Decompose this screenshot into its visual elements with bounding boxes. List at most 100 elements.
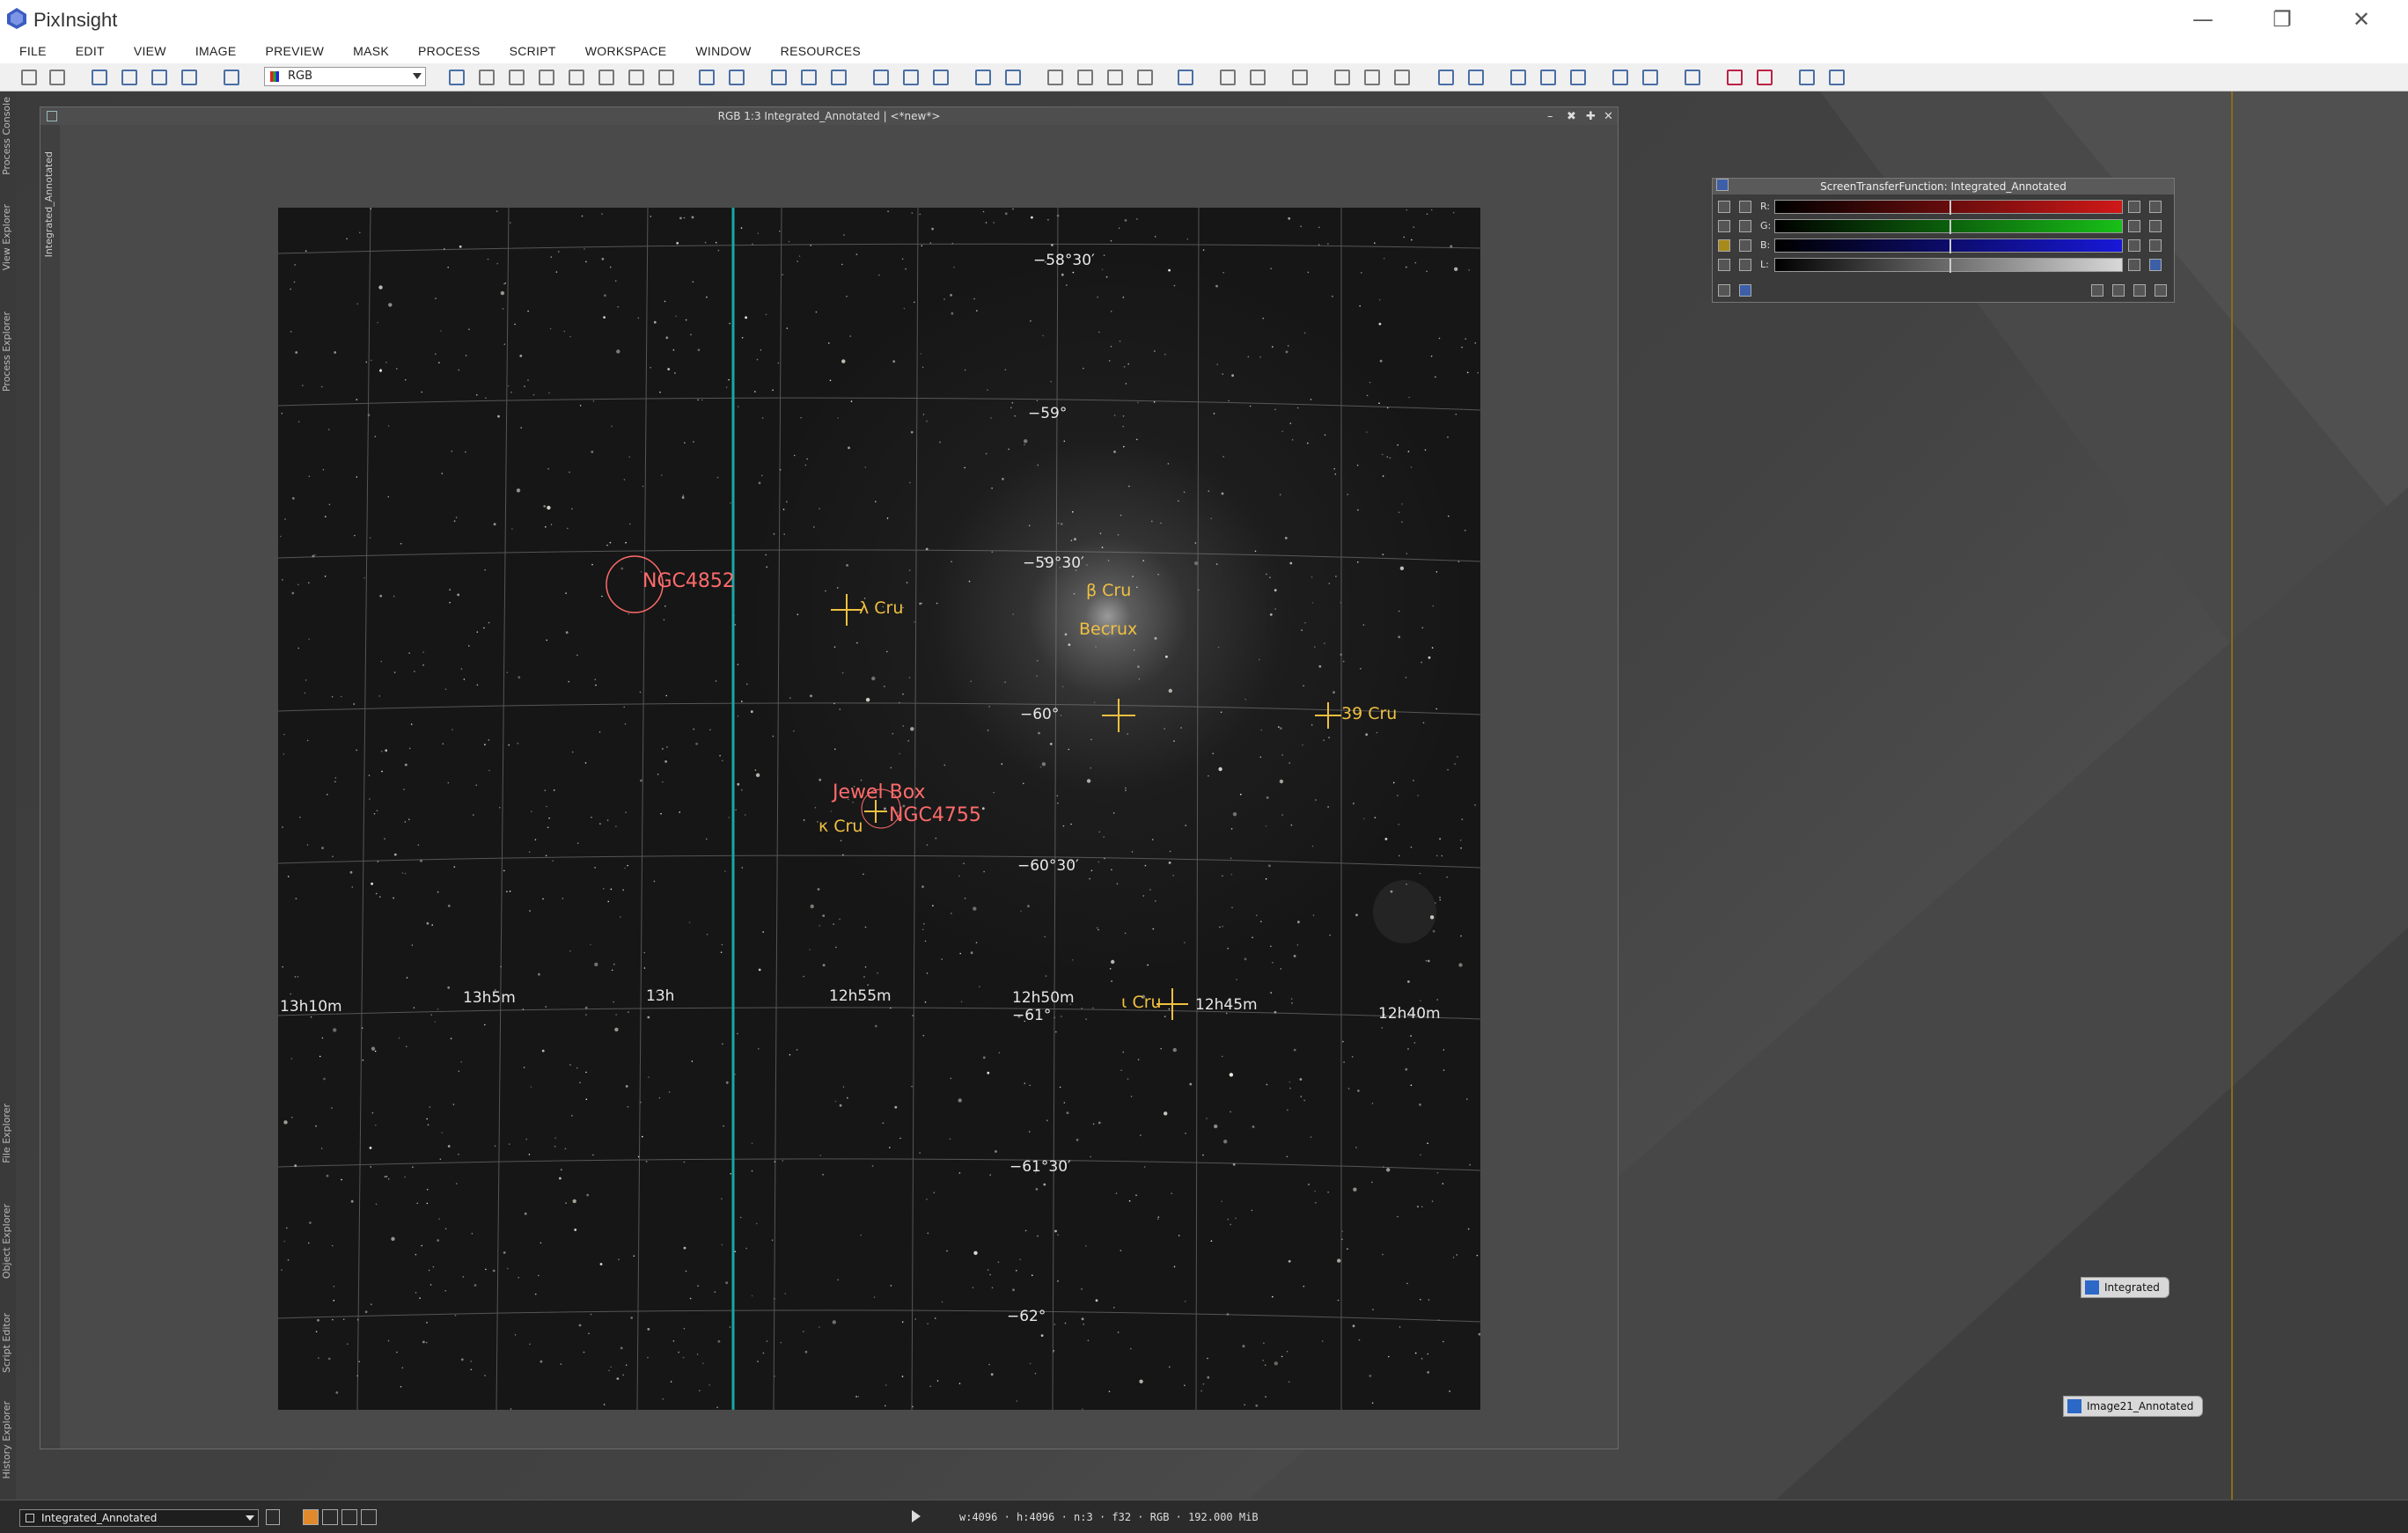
save-as-icon[interactable] bbox=[181, 70, 197, 85]
maximize-window-icon[interactable]: ✚ bbox=[1586, 108, 1596, 126]
desktop-1-icon[interactable] bbox=[1612, 70, 1628, 85]
window-2-icon[interactable] bbox=[1540, 70, 1556, 85]
menu-file[interactable]: FILE bbox=[19, 44, 47, 58]
process-4-icon[interactable] bbox=[1394, 70, 1410, 85]
view-options-icon[interactable] bbox=[266, 1509, 280, 1525]
dock-tab-process-console[interactable]: Process Console bbox=[1, 97, 15, 175]
stf-slider-blue[interactable] bbox=[1774, 238, 2123, 253]
stf-menu-icon[interactable] bbox=[1716, 179, 1729, 191]
apply-check-icon[interactable] bbox=[2133, 284, 2146, 297]
image-window-titlebar[interactable]: RGB 1:3 Integrated_Annotated | <*new*> –… bbox=[40, 107, 1618, 126]
dock-tab-object-explorer[interactable]: Object Explorer bbox=[1, 1204, 15, 1279]
settings-icon[interactable] bbox=[2149, 201, 2162, 213]
desktop-3-icon[interactable] bbox=[1685, 70, 1700, 85]
move-icon[interactable] bbox=[2149, 239, 2162, 252]
workspace-icon-integrated[interactable]: Integrated bbox=[2081, 1277, 2169, 1298]
square-icon[interactable] bbox=[1739, 284, 1751, 297]
explorer-2-icon[interactable] bbox=[1250, 70, 1266, 85]
zoom-out-icon[interactable] bbox=[1739, 239, 1751, 252]
script-1-icon[interactable] bbox=[1047, 70, 1063, 85]
process-3-icon[interactable] bbox=[1364, 70, 1380, 85]
menu-window[interactable]: WINDOW bbox=[695, 44, 751, 58]
menu-view[interactable]: VIEW bbox=[134, 44, 166, 58]
menu-edit[interactable]: EDIT bbox=[76, 44, 105, 58]
channel-red-icon[interactable] bbox=[322, 1509, 338, 1525]
astro-image[interactable]: −58°30′ −59° −59°30′ −60° −60°30′ −61° −… bbox=[278, 208, 1480, 1410]
stf-titlebar[interactable]: ScreenTransferFunction: Integrated_Annot… bbox=[1713, 179, 2174, 194]
close-window-button[interactable]: ✕ bbox=[2322, 0, 2401, 39]
channel-blue-icon[interactable] bbox=[361, 1509, 377, 1525]
track-view-icon[interactable] bbox=[2091, 284, 2103, 297]
edit-preview-icon[interactable] bbox=[628, 70, 644, 85]
redo-icon[interactable] bbox=[49, 70, 65, 85]
wrench-icon[interactable] bbox=[1718, 259, 1730, 271]
desktop-6-icon[interactable] bbox=[1799, 70, 1815, 85]
process-2-icon[interactable] bbox=[1334, 70, 1350, 85]
reset-icon[interactable] bbox=[2128, 259, 2140, 271]
properties-icon[interactable] bbox=[224, 70, 239, 85]
explorer-1-icon[interactable] bbox=[1220, 70, 1236, 85]
stf-slider-red[interactable] bbox=[1774, 200, 2123, 215]
zoom-fit-icon[interactable] bbox=[801, 70, 817, 85]
process-1-icon[interactable] bbox=[1292, 70, 1308, 85]
channel-green-icon[interactable] bbox=[341, 1509, 357, 1525]
stf-slider-green[interactable] bbox=[1774, 219, 2123, 234]
reset-all-icon[interactable] bbox=[2155, 284, 2167, 297]
new-image-icon[interactable] bbox=[92, 70, 107, 85]
minimize-window-icon[interactable]: ✖ bbox=[1567, 108, 1576, 126]
workspace-icon-image21[interactable]: Image21_Annotated bbox=[2063, 1396, 2204, 1417]
pointer-icon[interactable] bbox=[658, 70, 674, 85]
stf-midtones-marker[interactable] bbox=[1949, 239, 1951, 253]
window-menu-icon[interactable] bbox=[47, 111, 57, 121]
monitor-icon[interactable] bbox=[2149, 259, 2162, 271]
stf-midtones-marker[interactable] bbox=[1949, 201, 1951, 215]
stf-midtones-marker[interactable] bbox=[1949, 259, 1951, 273]
image-window[interactable]: RGB 1:3 Integrated_Annotated | <*new*> –… bbox=[40, 106, 1619, 1449]
stf-midtones-marker[interactable] bbox=[1949, 220, 1951, 234]
stf-window[interactable]: ScreenTransferFunction: Integrated_Annot… bbox=[1712, 178, 2175, 303]
zoom-out-icon[interactable] bbox=[729, 70, 745, 85]
window-1-icon[interactable] bbox=[1510, 70, 1526, 85]
menu-script[interactable]: SCRIPT bbox=[510, 44, 556, 58]
channel-rgb-icon[interactable] bbox=[303, 1509, 319, 1525]
script-3-icon[interactable] bbox=[1107, 70, 1123, 85]
new-instance-icon[interactable] bbox=[1718, 284, 1730, 297]
center-icon[interactable] bbox=[569, 70, 584, 85]
menu-preview[interactable]: PREVIEW bbox=[265, 44, 324, 58]
minimize-button[interactable]: — bbox=[2163, 0, 2243, 39]
shade-window-icon[interactable]: – bbox=[1547, 108, 1553, 126]
zoom-in-icon[interactable] bbox=[1718, 220, 1730, 232]
desktop-5-icon[interactable] bbox=[1757, 70, 1773, 85]
pan-icon[interactable] bbox=[539, 70, 554, 85]
layout-2-icon[interactable] bbox=[1468, 70, 1484, 85]
stf-slider-luminance[interactable] bbox=[1774, 258, 2123, 273]
dock-tab-process-explorer[interactable]: Process Explorer bbox=[1, 312, 15, 392]
readout-mode-icon[interactable] bbox=[449, 70, 465, 85]
script-2-icon[interactable] bbox=[1077, 70, 1093, 85]
arrows-icon[interactable] bbox=[1739, 259, 1751, 271]
apply-global-icon[interactable] bbox=[2112, 284, 2125, 297]
menu-resources[interactable]: RESOURCES bbox=[781, 44, 861, 58]
window-3-icon[interactable] bbox=[1570, 70, 1586, 85]
dock-tab-script-editor[interactable]: Script Editor bbox=[1, 1313, 15, 1373]
reset-icon[interactable] bbox=[2128, 239, 2140, 252]
layout-1-icon[interactable] bbox=[1438, 70, 1454, 85]
zoom-in-icon[interactable] bbox=[699, 70, 715, 85]
close-image-icon[interactable]: ✕ bbox=[1604, 108, 1613, 126]
dock-tab-history-explorer[interactable]: History Explorer bbox=[1, 1401, 15, 1478]
desktop-2-icon[interactable] bbox=[1642, 70, 1658, 85]
channel-select[interactable]: RGB bbox=[264, 67, 426, 86]
preview-new-icon[interactable] bbox=[975, 70, 991, 85]
menu-mask[interactable]: MASK bbox=[353, 44, 389, 58]
fit-view-icon[interactable] bbox=[479, 70, 495, 85]
duplicate-icon[interactable] bbox=[121, 70, 137, 85]
image-viewport[interactable]: −58°30′ −59° −59°30′ −60° −60°30′ −61° −… bbox=[60, 125, 1618, 1449]
undo-icon[interactable] bbox=[21, 70, 37, 85]
dock-tab-file-explorer[interactable]: File Explorer bbox=[1, 1104, 15, 1163]
select-icon[interactable] bbox=[598, 70, 614, 85]
zoom-in-2-icon[interactable] bbox=[1739, 220, 1751, 232]
dock-tab-view-explorer[interactable]: View Explorer bbox=[1, 204, 15, 270]
desktop-4-icon[interactable] bbox=[1727, 70, 1743, 85]
menu-process[interactable]: PROCESS bbox=[418, 44, 481, 58]
stf-link-icon[interactable] bbox=[1178, 70, 1193, 85]
